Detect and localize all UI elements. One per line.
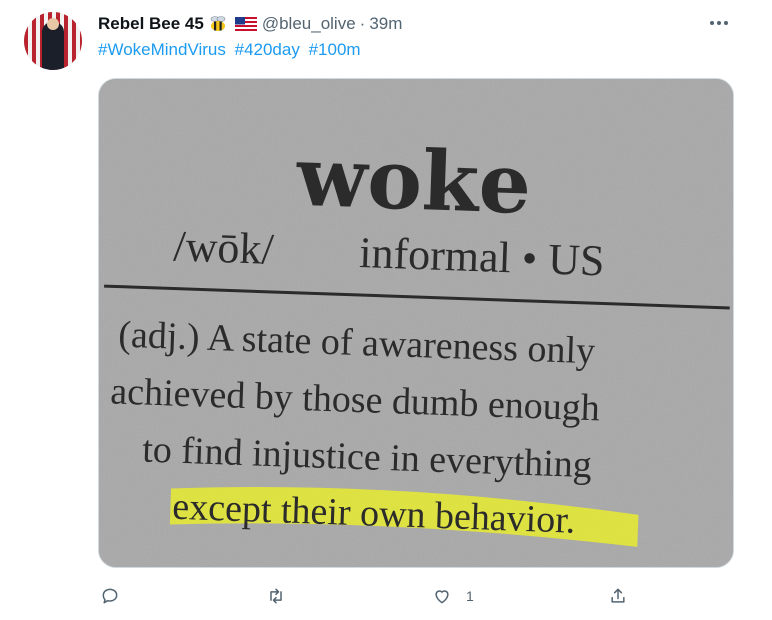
more-icon[interactable] <box>706 12 732 34</box>
tweet-image[interactable]: woke /wōk/ informal • US (adj.) A state … <box>98 78 734 568</box>
action-bar: 1 <box>98 582 658 610</box>
like-count: 1 <box>466 588 474 604</box>
hashtag-wokemindvirus[interactable]: #WokeMindVirus <box>98 40 226 59</box>
hashtag-420day[interactable]: #420day <box>235 40 300 59</box>
like-icon <box>435 590 449 604</box>
share-button[interactable] <box>608 582 642 610</box>
image-usage: informal • US <box>359 228 606 286</box>
bee-icon <box>209 16 227 32</box>
tweet-header: Rebel Bee 45 @bleu_olive · 39m <box>98 12 402 36</box>
image-content: woke /wōk/ informal • US (adj.) A state … <box>99 79 733 567</box>
avatar-head <box>47 18 59 30</box>
header-separator: · <box>359 14 366 33</box>
retweet-icon <box>270 588 282 604</box>
like-button[interactable]: 1 <box>432 582 474 610</box>
share-icon <box>611 588 625 603</box>
reply-button[interactable] <box>100 582 134 610</box>
author-name[interactable]: Rebel Bee 45 <box>98 14 204 34</box>
image-pronunciation: /wōk/ <box>173 222 276 274</box>
retweet-button[interactable] <box>266 582 300 610</box>
tweet-time[interactable]: 39m <box>369 14 402 34</box>
image-headword: woke <box>294 129 532 233</box>
hashtag-100m[interactable]: #100m <box>309 40 361 59</box>
author-handle[interactable]: @bleu_olive <box>262 14 356 34</box>
us-flag-icon <box>232 17 257 31</box>
reply-icon <box>102 588 118 604</box>
avatar[interactable] <box>24 12 82 70</box>
more-dots <box>710 21 728 25</box>
tweet-text: #WokeMindVirus #420day #100m <box>98 40 365 60</box>
